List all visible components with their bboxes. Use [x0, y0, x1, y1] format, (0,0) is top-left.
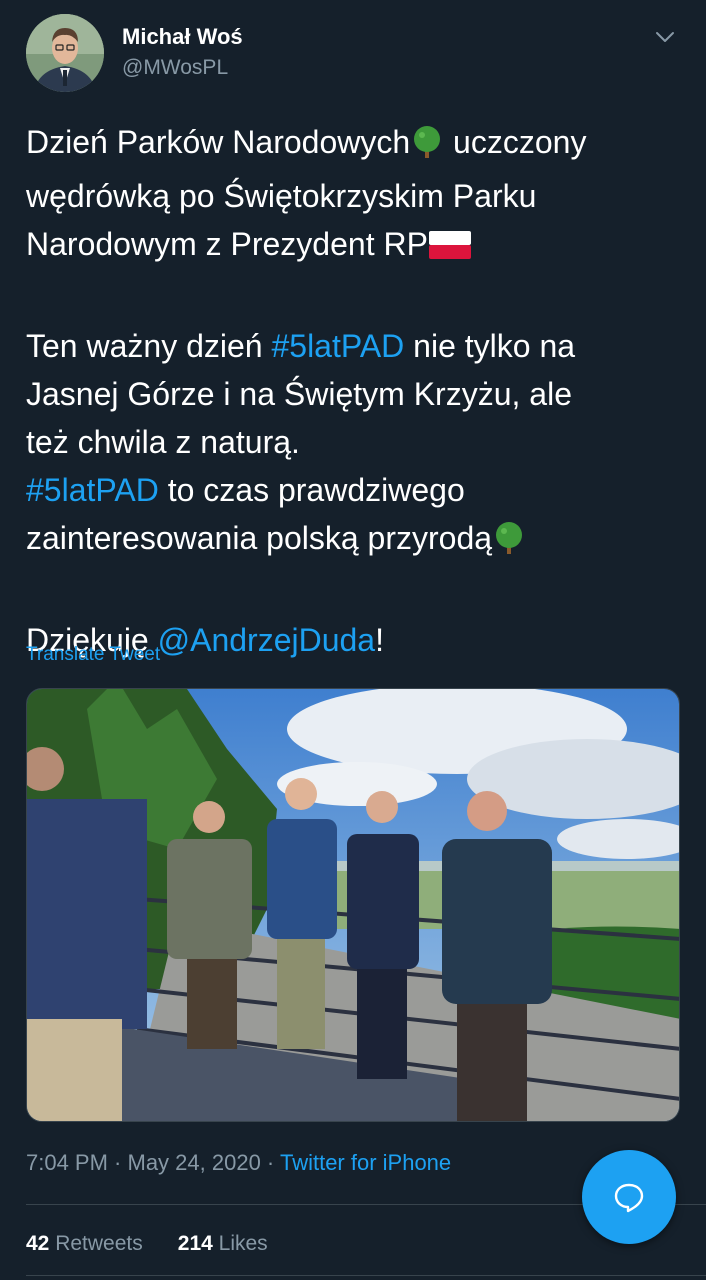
- tweet-text: Dzień Parków Narodowych: [26, 124, 411, 160]
- tweet-text: Jasnej Górze i na Świętym Krzyżu, ale: [26, 376, 572, 412]
- likes-label: Likes: [218, 1232, 268, 1255]
- tweet-text: nie tylko na: [404, 328, 576, 364]
- tweet-photo[interactable]: [26, 688, 680, 1122]
- tweet-date: May 24, 2020: [127, 1150, 261, 1175]
- likes-stat[interactable]: 214 Likes: [178, 1232, 268, 1255]
- reply-button[interactable]: [582, 1150, 676, 1244]
- tweet-text: !: [375, 622, 384, 658]
- tweet-source-link[interactable]: Twitter for iPhone: [280, 1150, 451, 1175]
- tweet-text: Narodowym z Prezydent RP: [26, 226, 428, 262]
- likes-count: 214: [177, 1232, 213, 1255]
- tweet-text: zainteresowania polską przyrodą: [26, 520, 493, 556]
- retweets-count: 42: [26, 1232, 50, 1255]
- tweet-text: też chwila z naturą.: [26, 424, 300, 460]
- tweet-text: wędrówką po Świętokrzyskim Parku: [26, 178, 537, 214]
- author-name[interactable]: Michał Woś: [122, 24, 243, 50]
- retweets-label: Retweets: [55, 1232, 143, 1255]
- meta-separator: ·: [260, 1150, 280, 1175]
- tweet-text: to czas prawdziwego: [158, 472, 465, 508]
- tweet-header: Michał Woś @MWosPL: [26, 14, 686, 94]
- author-handle[interactable]: @MWosPL: [122, 56, 228, 80]
- tweet-body: Dzień Parków Narodowych uczczony wędrówk…: [26, 118, 676, 664]
- retweets-stat[interactable]: 42 Retweets: [26, 1232, 143, 1255]
- poland-flag-icon: [428, 226, 472, 274]
- mention-link[interactable]: @AndrzejDuda: [158, 622, 375, 658]
- tree-emoji-icon: [410, 124, 444, 172]
- tweet-text: Ten ważny dzień: [26, 328, 272, 364]
- hashtag-link[interactable]: #5latPAD: [271, 328, 404, 364]
- divider: [26, 1275, 706, 1276]
- chevron-down-icon[interactable]: [654, 26, 676, 48]
- translate-tweet-link[interactable]: Translate Tweet: [26, 644, 160, 666]
- tree-emoji-icon: [492, 520, 526, 568]
- avatar[interactable]: [26, 14, 104, 92]
- reply-bubble-icon: [614, 1183, 644, 1213]
- hashtag-link[interactable]: #5latPAD: [26, 472, 159, 508]
- tweet-time: 7:04 PM: [26, 1150, 108, 1175]
- tweet-metadata: 7:04 PM · May 24, 2020 · Twitter for iPh…: [26, 1150, 451, 1176]
- meta-separator: ·: [107, 1150, 128, 1175]
- tweet-text: uczczony: [444, 124, 587, 160]
- tweet-stats: 42 Retweets 214 Likes: [26, 1232, 268, 1256]
